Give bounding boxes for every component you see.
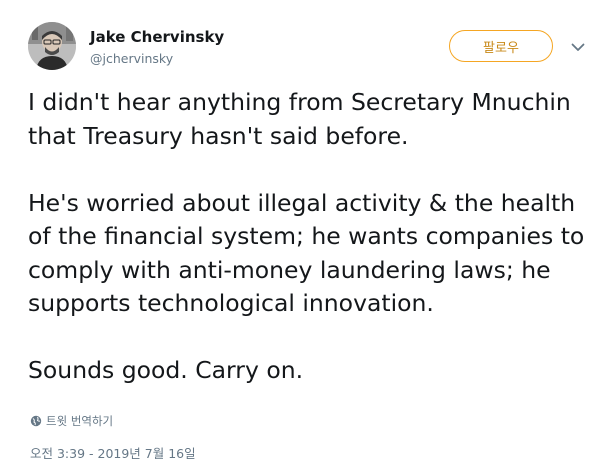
username[interactable]: @jchervinsky [90, 51, 173, 66]
display-name[interactable]: Jake Chervinsky [90, 28, 224, 46]
tweet-paragraph: I didn't hear anything from Secretary Mn… [28, 88, 571, 150]
translate-tweet-link[interactable]: 트윗 번역하기 [30, 413, 113, 429]
more-options-button[interactable] [568, 37, 588, 57]
avatar-photo-icon [28, 22, 76, 70]
follow-button-label: 팔로우 [483, 40, 519, 56]
tweet-text: I didn't hear anything from Secretary Mn… [28, 86, 598, 388]
tweet-paragraph: He's worried about illegal activity & th… [28, 188, 585, 318]
tweet-card: Jake Chervinsky @jchervinsky 팔로우 I didn'… [0, 0, 613, 472]
globe-icon [30, 415, 42, 427]
translate-label: 트윗 번역하기 [46, 414, 114, 428]
tweet-paragraph: Sounds good. Carry on. [28, 356, 304, 384]
avatar[interactable] [28, 22, 76, 70]
tweet-timestamp[interactable]: 오전 3:39 - 2019년 7월 16일 [30, 443, 196, 462]
follow-button[interactable]: 팔로우 [449, 30, 553, 62]
chevron-down-icon [571, 43, 585, 51]
